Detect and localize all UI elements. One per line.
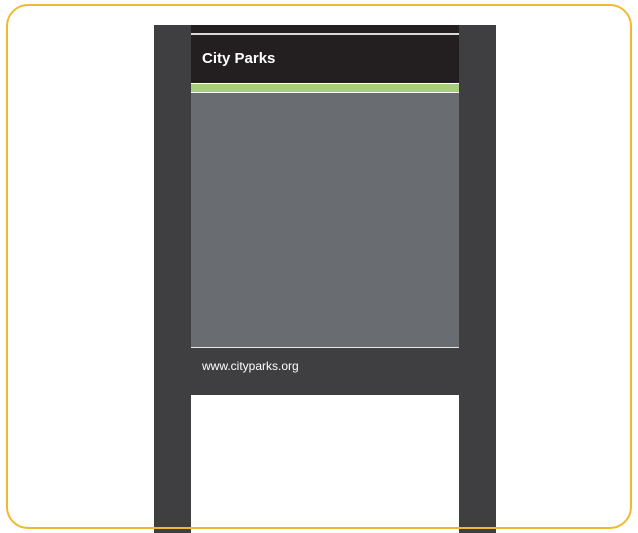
website-url: www.cityparks.org	[202, 359, 299, 373]
header-band: City Parks	[191, 35, 459, 83]
right-sign-post	[459, 25, 496, 533]
footer-band: www.cityparks.org	[191, 348, 459, 395]
sign-title: City Parks	[202, 50, 276, 67]
green-accent-stripe	[191, 84, 459, 92]
sign-panel: City Parks www.cityparks.org	[191, 25, 459, 395]
map-panel	[191, 93, 459, 347]
top-cap-strip	[191, 25, 459, 33]
signage-diagram: City Parks www.cityparks.org	[0, 0, 638, 533]
left-sign-post	[154, 25, 191, 533]
